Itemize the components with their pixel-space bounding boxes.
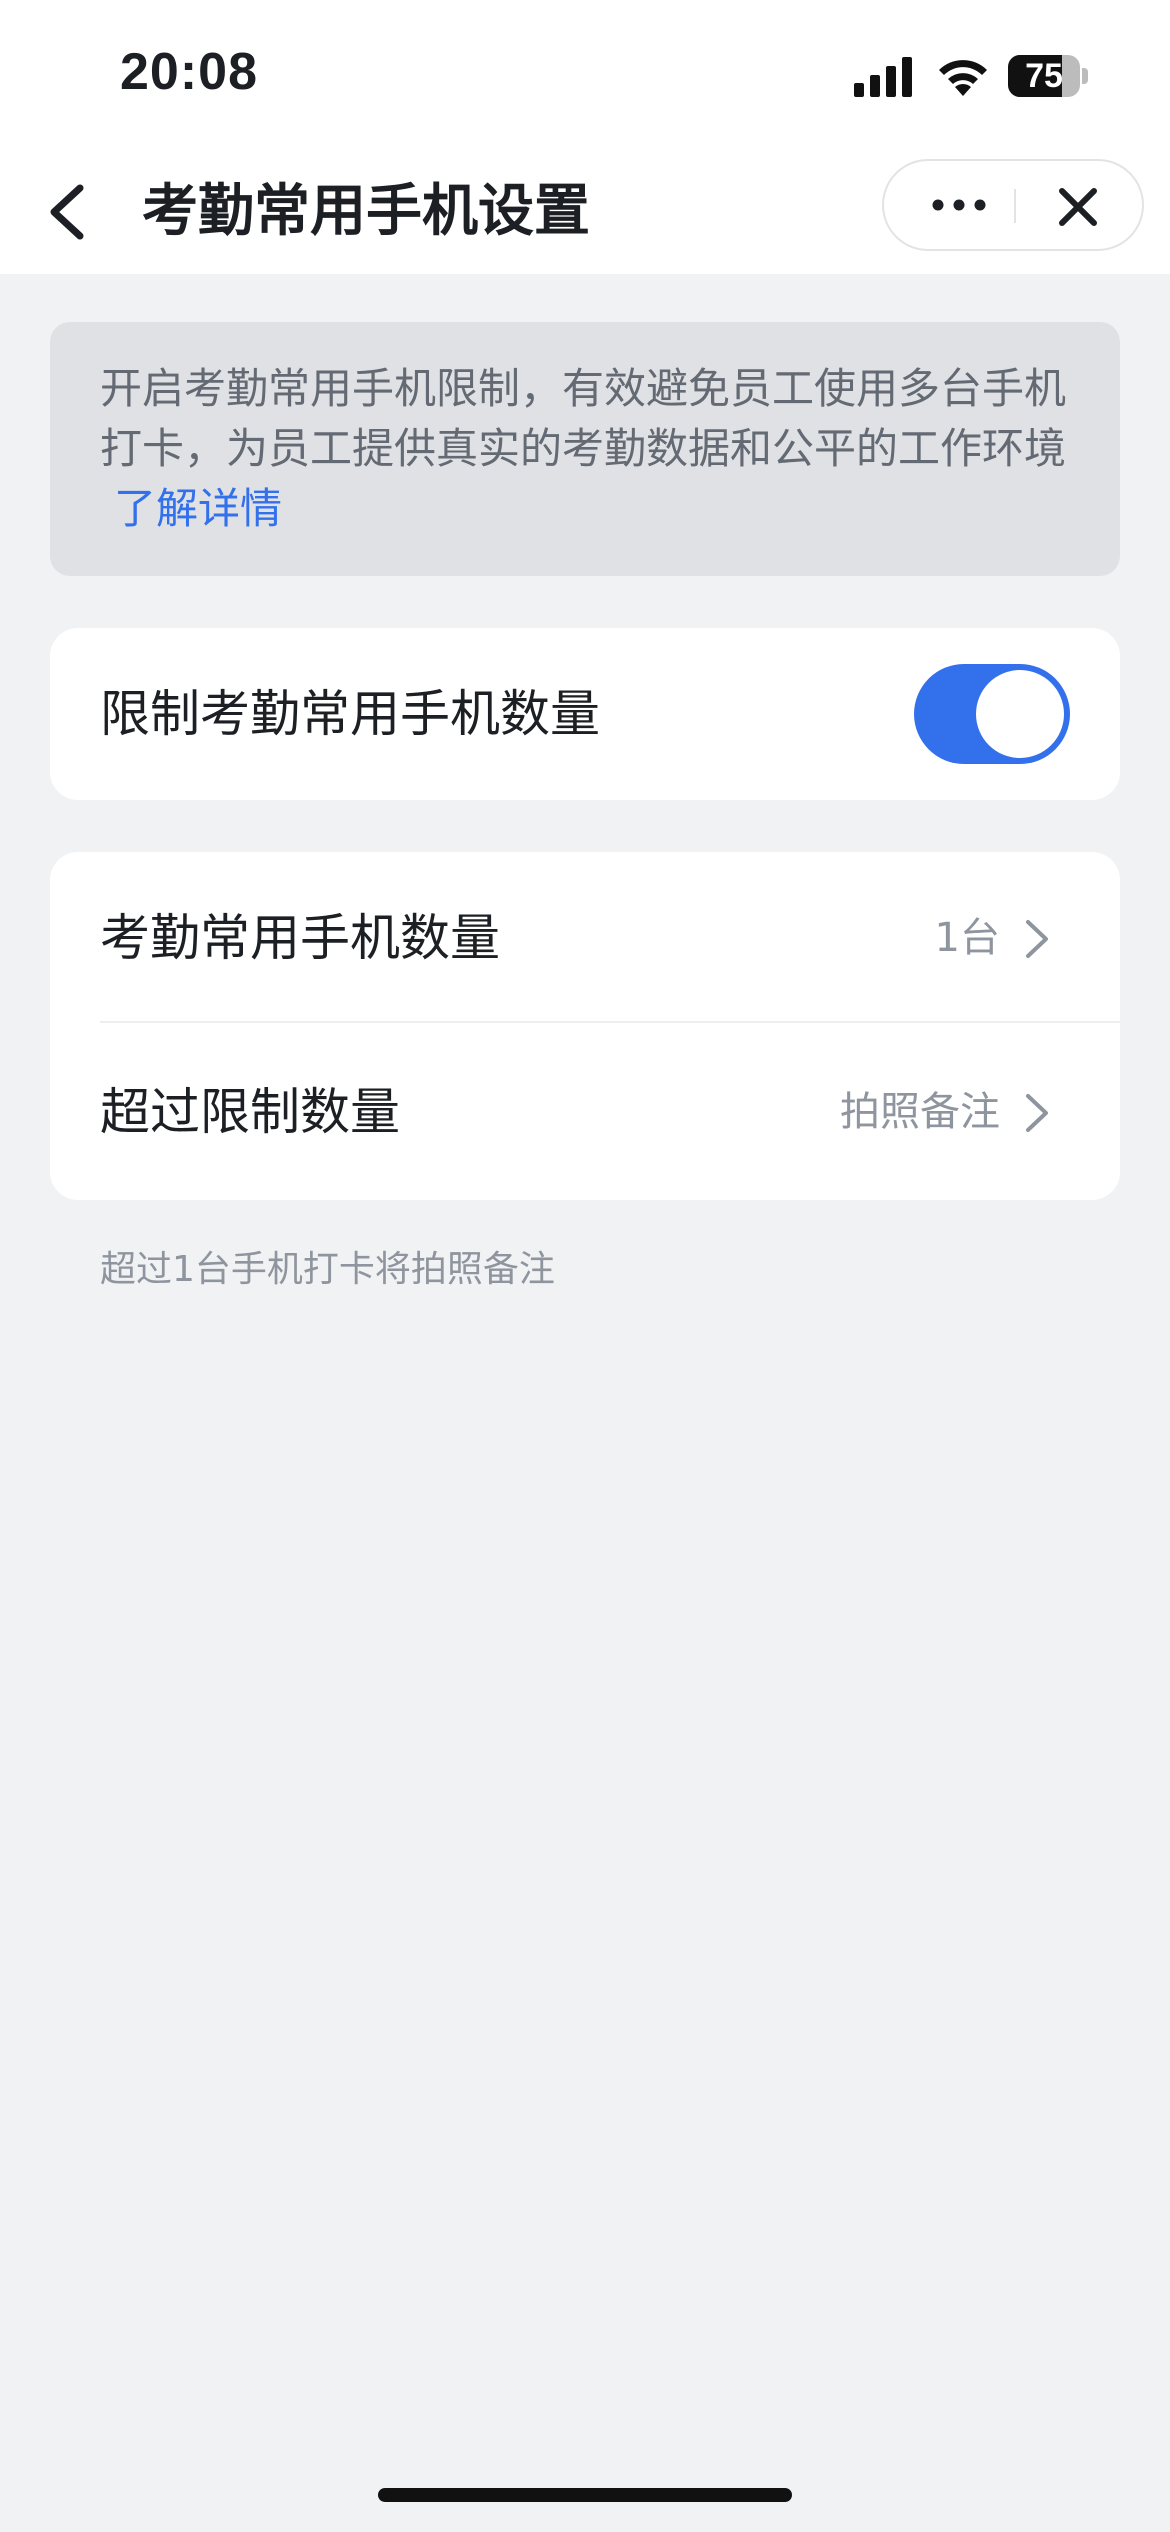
status-time: 20:08: [120, 43, 258, 101]
page-title: 考勤常用手机设置: [142, 179, 590, 244]
footnote: 超过1台手机打卡将拍照备注: [100, 1249, 555, 1290]
battery-percentage: 75: [1025, 57, 1063, 95]
more-icon[interactable]: [924, 183, 994, 227]
row-divider: [100, 1021, 1120, 1023]
info-notice: 开启考勤常用手机限制，有效避免员工使用多台手机打卡，为员工提供真实的考勤数据和公…: [50, 322, 1120, 576]
close-icon[interactable]: [1054, 183, 1102, 231]
setting-value: 拍照备注: [840, 1089, 1000, 1135]
settings-card: 考勤常用手机数量 1台 超过限制数量 拍照备注: [50, 852, 1120, 1200]
navigation-bar: 考勤常用手机设置: [0, 150, 1170, 274]
home-indicator: [378, 2488, 792, 2502]
battery-icon: 75: [1008, 55, 1088, 99]
setting-value: 1台: [934, 915, 1000, 961]
status-bar: 20:08 75: [0, 0, 1170, 150]
setting-row-phone-count[interactable]: 考勤常用手机数量 1台: [50, 852, 1120, 1026]
limit-toggle-label: 限制考勤常用手机数量: [100, 685, 600, 743]
setting-label: 考勤常用手机数量: [100, 909, 500, 967]
chevron-right-icon: [1026, 920, 1048, 958]
setting-row-exceed-limit[interactable]: 超过限制数量 拍照备注: [50, 1026, 1120, 1200]
limit-toggle-card: 限制考勤常用手机数量: [50, 628, 1120, 800]
setting-label: 超过限制数量: [100, 1083, 400, 1141]
notice-text: 开启考勤常用手机限制，有效避免员工使用多台手机打卡，为员工提供真实的考勤数据和公…: [100, 364, 1067, 473]
cellular-signal-icon: [854, 57, 912, 97]
limit-toggle-switch[interactable]: [914, 664, 1070, 764]
chevron-right-icon: [1026, 1094, 1048, 1132]
wifi-icon: [939, 60, 987, 96]
mini-program-capsule: [882, 159, 1144, 251]
learn-more-link[interactable]: 了解详情: [114, 484, 282, 533]
capsule-divider: [1014, 189, 1016, 223]
switch-knob: [976, 670, 1064, 758]
back-arrow-icon[interactable]: [40, 176, 100, 248]
